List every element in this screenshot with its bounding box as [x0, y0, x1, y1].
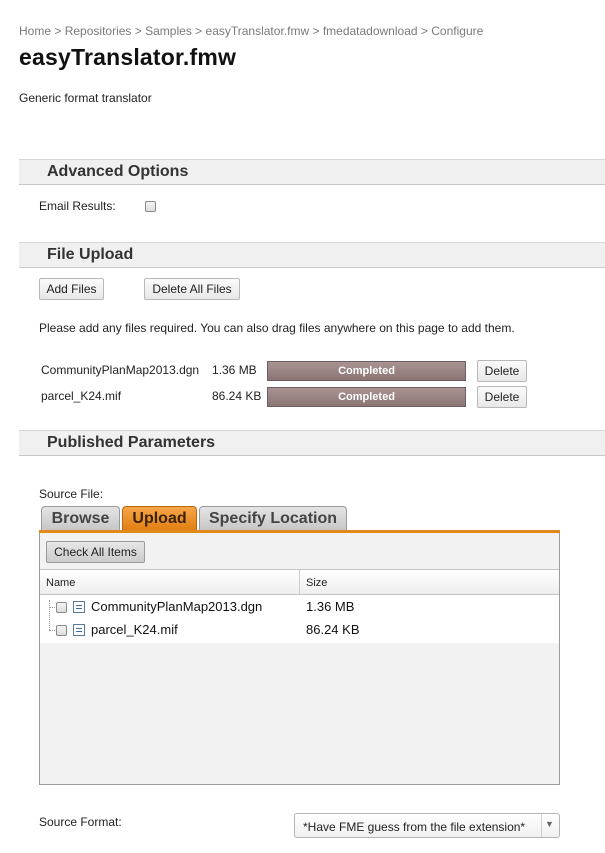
file-icon [73, 624, 85, 636]
breadcrumb-samples[interactable]: Samples [145, 24, 192, 38]
breadcrumb-service[interactable]: fmedatadownload [323, 24, 418, 38]
tab-browse[interactable]: Browse [41, 506, 120, 531]
page-description: Generic format translator [19, 91, 152, 105]
upload-file-name: CommunityPlanMap2013.dgn [41, 363, 200, 377]
breadcrumb-repositories[interactable]: Repositories [65, 24, 132, 38]
breadcrumb: Home > Repositories > Samples > easyTran… [19, 24, 483, 38]
check-all-items-button[interactable]: Check All Items [46, 541, 145, 563]
tab-specify-location[interactable]: Specify Location [199, 506, 347, 531]
column-divider [299, 570, 300, 594]
add-files-button[interactable]: Add Files [39, 278, 104, 300]
file-grid-body: CommunityPlanMap2013.dgn 1.36 MB parcel_… [40, 595, 559, 643]
delete-file-button[interactable]: Delete [477, 386, 527, 408]
upload-progress-bar: Completed [267, 361, 466, 381]
delete-file-button[interactable]: Delete [477, 360, 527, 382]
section-title: File Upload [47, 246, 134, 263]
breadcrumb-separator: > [420, 24, 428, 38]
table-row[interactable]: CommunityPlanMap2013.dgn 1.36 MB [40, 595, 559, 618]
upload-progress-bar: Completed [267, 387, 466, 407]
row-file-name: CommunityPlanMap2013.dgn [91, 599, 263, 614]
chevron-down-icon[interactable]: ▼ [545, 819, 554, 829]
section-title: Published Parameters [47, 434, 216, 451]
row-file-size: 1.36 MB [306, 599, 355, 614]
source-format-label: Source Format: [39, 815, 122, 829]
table-row[interactable]: parcel_K24.mif 86.24 KB [40, 618, 559, 641]
breadcrumb-separator: > [54, 24, 62, 38]
tab-upload[interactable]: Upload [122, 506, 197, 531]
row-checkbox[interactable] [56, 602, 67, 613]
upload-progress-status: Completed [338, 391, 395, 403]
row-checkbox[interactable] [56, 625, 67, 636]
published-parameters-header[interactable]: Published Parameters [19, 430, 605, 456]
upload-progress-status: Completed [338, 365, 395, 377]
source-format-select[interactable]: *Have FME guess from the file extension*… [294, 813, 560, 838]
column-header-size[interactable]: Size [306, 577, 327, 589]
file-grid-header: Name Size [40, 569, 559, 595]
email-results-checkbox[interactable] [145, 201, 156, 212]
source-file-label: Source File: [39, 487, 104, 501]
breadcrumb-separator: > [134, 24, 142, 38]
page-title: easyTranslator.fmw [19, 44, 237, 70]
upload-hint: Please add any files required. You can a… [39, 321, 515, 335]
file-icon [73, 601, 85, 613]
breadcrumb-home[interactable]: Home [19, 24, 51, 38]
column-header-name[interactable]: Name [46, 577, 75, 589]
email-results-label: Email Results: [39, 199, 116, 213]
delete-all-files-button[interactable]: Delete All Files [144, 278, 240, 300]
breadcrumb-separator: > [195, 24, 203, 38]
upload-file-size: 86.24 KB [212, 389, 262, 403]
file-upload-header[interactable]: File Upload [19, 242, 605, 268]
breadcrumb-configure[interactable]: Configure [431, 24, 483, 38]
select-divider [541, 814, 542, 837]
advanced-options-header[interactable]: Advanced Options [19, 159, 605, 185]
section-title: Advanced Options [47, 163, 189, 180]
row-file-name: parcel_K24.mif [91, 622, 178, 637]
row-file-size: 86.24 KB [306, 622, 360, 637]
upload-file-size: 1.36 MB [212, 363, 257, 377]
breadcrumb-workspace[interactable]: easyTranslator.fmw [206, 24, 310, 38]
breadcrumb-separator: > [312, 24, 320, 38]
upload-file-name: parcel_K24.mif [41, 389, 122, 403]
tab-underline [39, 530, 560, 533]
source-format-value: *Have FME guess from the file extension* [303, 820, 526, 834]
